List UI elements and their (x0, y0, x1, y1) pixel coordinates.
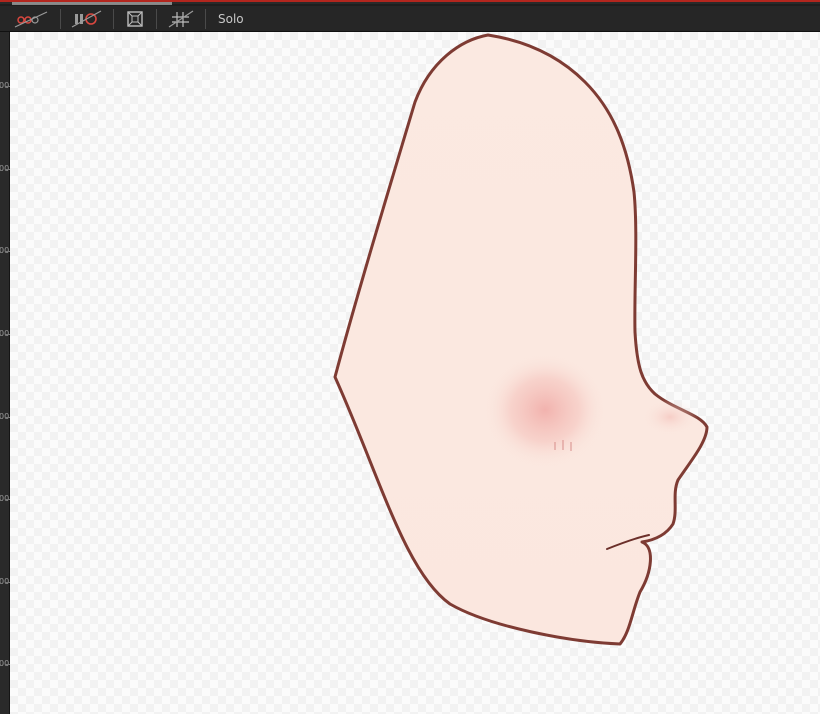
grid-icon (168, 10, 194, 27)
onion-skin-icon (14, 10, 48, 28)
solo-toggle[interactable]: Solo (212, 12, 250, 26)
view-toolbar: Solo (0, 6, 820, 32)
nose-tint (642, 399, 698, 435)
frame-bounds-icon (127, 10, 143, 27)
toolbar-separator (156, 8, 157, 29)
toolbar-separator (60, 8, 61, 29)
face-shape (333, 33, 709, 646)
animation-editor: Solo 00 00 00 00 00 00 00 00 (0, 0, 820, 714)
frame-bounds-button[interactable] (120, 8, 150, 30)
drawing-canvas[interactable] (10, 32, 820, 714)
tab-strip[interactable] (12, 2, 172, 5)
face-profile-drawing (333, 33, 709, 646)
vertical-ruler: 00 00 00 00 00 00 00 00 (0, 32, 10, 714)
color-keys-button[interactable] (67, 8, 107, 30)
cheek-blush (483, 352, 607, 468)
color-keys-icon (71, 9, 102, 28)
onion-skin-button[interactable] (8, 8, 54, 30)
toolbar-separator (205, 8, 206, 29)
toolbar-separator (113, 8, 114, 29)
grid-button[interactable] (163, 8, 199, 30)
